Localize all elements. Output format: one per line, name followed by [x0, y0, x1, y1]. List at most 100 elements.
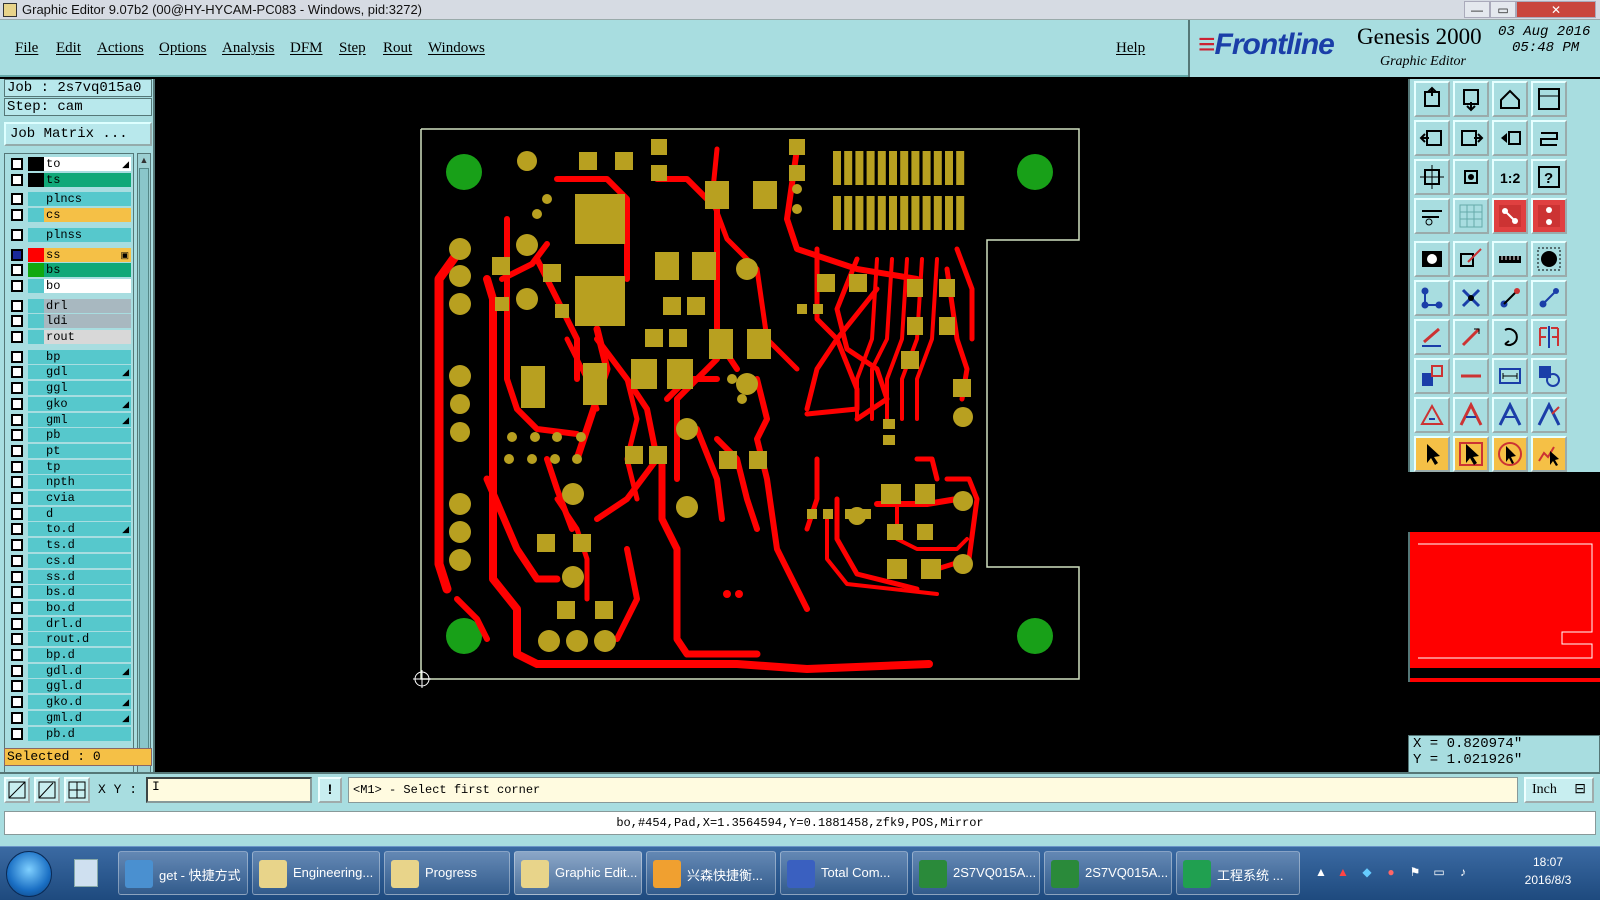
layer-checkbox[interactable] [11, 680, 23, 693]
layer-color-swatch[interactable] [28, 648, 44, 662]
layer-checkbox[interactable] [11, 649, 23, 661]
layer-color-swatch[interactable] [28, 459, 44, 474]
taskbar-item[interactable]: 工程系统 ... [1176, 851, 1300, 895]
layer-row[interactable]: ss.d [8, 569, 133, 584]
layer-row[interactable]: gml ◢ [8, 412, 133, 427]
snap-grid-icon[interactable] [1531, 198, 1567, 234]
layer-checkbox[interactable] [11, 228, 23, 241]
layer-name[interactable]: cs [44, 208, 131, 223]
layer-name[interactable]: ts.d [44, 538, 131, 553]
measure-icon[interactable] [1414, 198, 1450, 234]
layer-name[interactable]: drl.d [44, 616, 131, 631]
taskbar-item[interactable]: Graphic Edit... [514, 851, 642, 895]
select-pointer-icon[interactable] [1414, 436, 1450, 472]
layer-row[interactable]: ggl [8, 381, 133, 396]
taskbar-item[interactable]: Engineering... [252, 851, 380, 895]
layer-name[interactable]: rout [44, 330, 131, 344]
fit-all-icon[interactable] [1453, 159, 1489, 195]
menu-file[interactable]: File [15, 40, 38, 57]
layer-name[interactable]: pb.d [44, 726, 131, 741]
layer-color-swatch[interactable] [28, 600, 44, 615]
layer-name[interactable]: gml.d [44, 710, 131, 725]
layer-checkbox[interactable] [11, 554, 23, 567]
layer-color-swatch[interactable] [28, 475, 44, 490]
menu-windows[interactable]: Windows [428, 40, 485, 57]
pcb-drawing[interactable] [157, 79, 1407, 772]
zoom-in-icon[interactable] [1453, 81, 1489, 117]
layer-row[interactable]: drl [8, 298, 133, 313]
slash-line-icon[interactable] [1453, 319, 1489, 355]
layer-name[interactable]: gko.d [44, 695, 131, 710]
mirror-text-icon[interactable] [1531, 319, 1567, 355]
layer-row[interactable]: plnss [8, 227, 133, 242]
copy-shape-icon[interactable] [1414, 358, 1450, 394]
layer-row[interactable]: gml.d ◢ [8, 710, 133, 725]
zoom-home-icon[interactable] [1414, 81, 1450, 117]
select-route-icon[interactable] [1531, 436, 1567, 472]
layer-checkbox[interactable] [11, 264, 23, 277]
layer-name[interactable]: bp.d [44, 648, 131, 662]
layer-color-swatch[interactable] [28, 491, 44, 505]
pan-left-icon[interactable] [1414, 120, 1450, 156]
menu-help[interactable]: Help [1116, 40, 1145, 57]
layer-list-scrollbar[interactable]: ▲ ▼ [137, 153, 151, 789]
layer-color-swatch[interactable] [28, 227, 44, 242]
text-a-icon[interactable] [1453, 397, 1489, 433]
add-arc-icon[interactable] [1414, 319, 1450, 355]
tray-network-app-icon[interactable]: ◆ [1360, 865, 1374, 879]
layer-row[interactable]: rout [8, 330, 133, 344]
unit-selector[interactable]: Inch ⊟ [1524, 777, 1594, 803]
layer-color-swatch[interactable] [28, 506, 44, 521]
graphic-canvas[interactable] [157, 79, 1407, 772]
layer-row[interactable]: tp [8, 459, 133, 474]
layer-color-swatch[interactable] [28, 314, 44, 329]
layer-checkbox[interactable] [11, 397, 23, 410]
layer-name[interactable]: ts [44, 172, 131, 187]
layer-color-swatch[interactable] [28, 330, 44, 344]
layer-checkbox[interactable] [11, 523, 23, 536]
layer-name[interactable]: cvia [44, 491, 131, 505]
layer-color-swatch[interactable] [28, 443, 44, 458]
layer-color-swatch[interactable] [28, 585, 44, 600]
volume-icon[interactable]: ♪ [1456, 865, 1470, 879]
layer-checkbox[interactable] [11, 366, 23, 379]
layer-name[interactable]: gml [44, 412, 131, 427]
layer-color-swatch[interactable] [28, 616, 44, 631]
text-a-outline-icon[interactable] [1531, 397, 1567, 433]
layer-color-swatch[interactable] [28, 663, 44, 678]
layer-color-swatch[interactable] [28, 695, 44, 710]
snap-pad-icon[interactable] [1492, 198, 1528, 234]
layer-name[interactable]: npth [44, 475, 131, 490]
layer-name[interactable]: ggl.d [44, 679, 131, 694]
select-pointer-circle-icon[interactable] [1492, 436, 1528, 472]
add-pad-icon[interactable] [1414, 241, 1450, 277]
layer-row[interactable]: gko ◢ [8, 396, 133, 411]
layer-name[interactable]: pt [44, 443, 131, 458]
ratio-1-2-icon[interactable]: 1:2 [1492, 159, 1528, 195]
quick-launch-icon[interactable] [74, 859, 98, 887]
layer-name[interactable]: plnss [44, 227, 131, 242]
layer-name[interactable]: drl [44, 298, 131, 313]
layer-name[interactable]: bs [44, 263, 131, 278]
layer-color-swatch[interactable] [28, 428, 44, 443]
layer-row[interactable]: cs [8, 208, 133, 223]
scroll-up-arrow-icon[interactable]: ▲ [138, 154, 150, 166]
layer-color-swatch[interactable] [28, 365, 44, 380]
scroll-thumb[interactable] [139, 168, 149, 758]
layer-color-swatch[interactable] [28, 381, 44, 396]
layer-color-swatch[interactable] [28, 522, 44, 537]
layer-color-swatch[interactable] [28, 263, 44, 278]
edit-line-icon[interactable] [1531, 280, 1567, 316]
ruler-icon[interactable] [1492, 241, 1528, 277]
layer-checkbox[interactable] [11, 586, 23, 599]
command-help-button[interactable]: ! [318, 777, 342, 803]
taskbar-item[interactable]: 兴森快捷衡... [646, 851, 776, 895]
layer-row[interactable]: bo.d [8, 600, 133, 615]
layer-checkbox[interactable] [11, 299, 23, 312]
layer-name[interactable]: ss.d [44, 569, 131, 584]
taskbar-item[interactable]: 2S7VQ015A... [1044, 851, 1172, 895]
layer-color-swatch[interactable] [28, 679, 44, 694]
fit-profile-icon[interactable] [1414, 159, 1450, 195]
layer-row[interactable]: ts [8, 172, 133, 187]
menu-edit[interactable]: Edit [56, 40, 81, 57]
